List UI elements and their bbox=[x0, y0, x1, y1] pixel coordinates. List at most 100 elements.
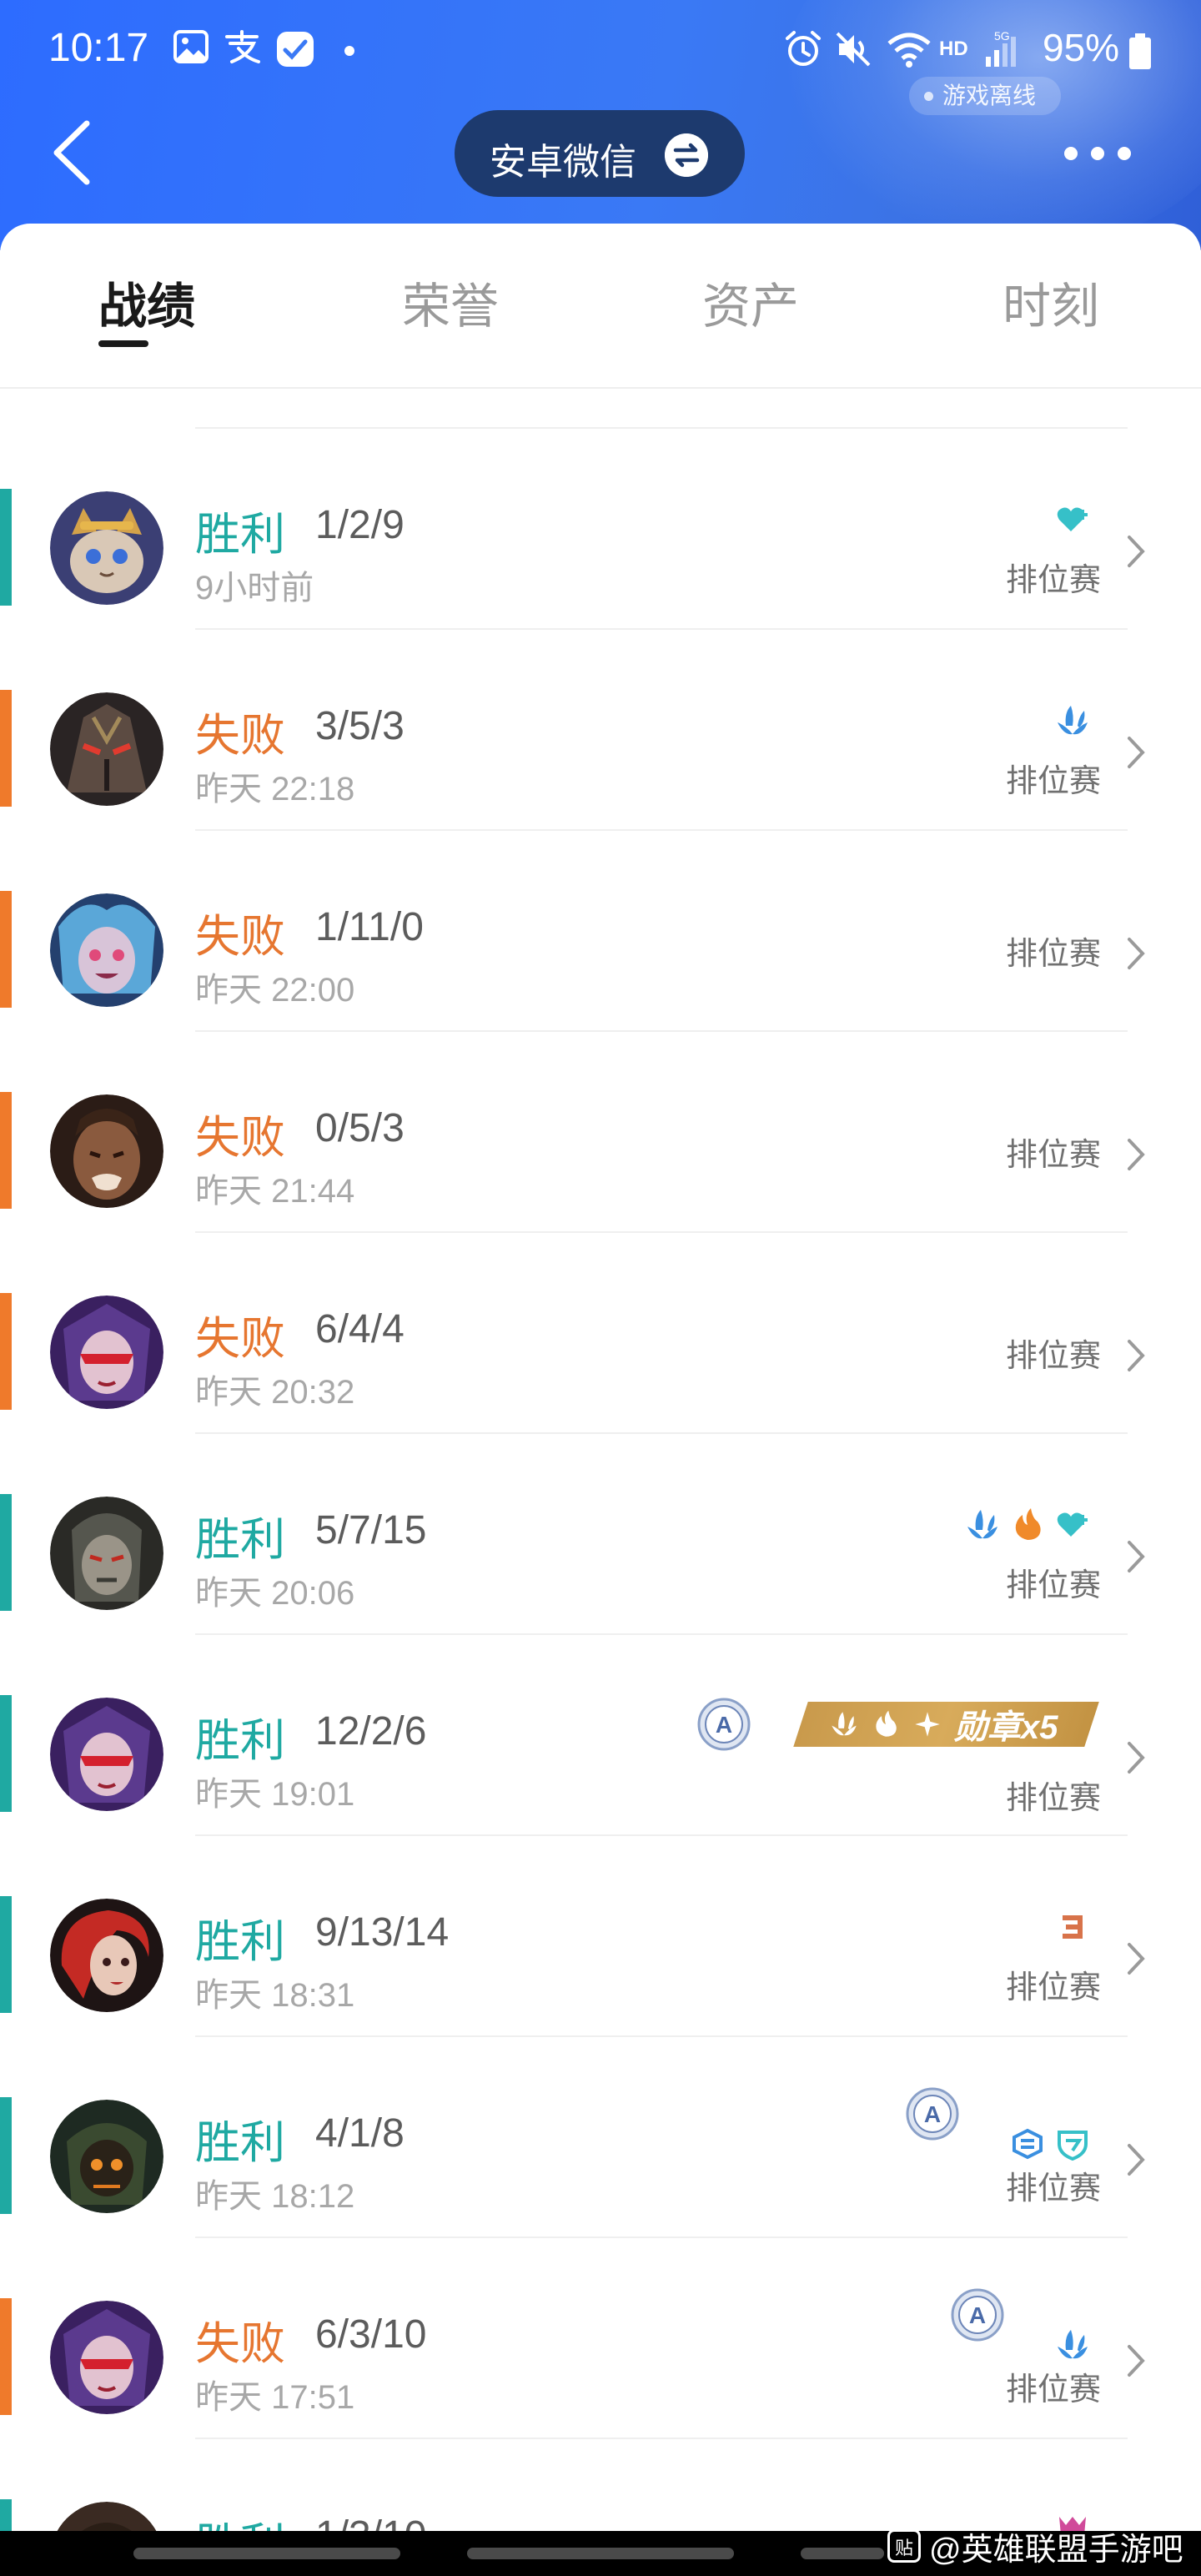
alarm-icon bbox=[786, 31, 821, 66]
match-row[interactable]: 胜利 1/2/9 9小时前 排位赛 bbox=[0, 429, 1201, 630]
chevron-right-icon bbox=[1128, 1340, 1145, 1371]
notification-dot-icon bbox=[344, 46, 354, 56]
back-button[interactable] bbox=[42, 115, 108, 190]
more-dot bbox=[1064, 147, 1078, 160]
champion-avatar bbox=[50, 1296, 163, 1409]
match-time: 昨天 18:12 bbox=[195, 2178, 355, 2215]
match-row[interactable]: 失败 1/11/0 昨天 22:00 排位赛 bbox=[0, 831, 1201, 1032]
match-mode: 排位赛 bbox=[1005, 1138, 1101, 1173]
match-time: 昨天 22:18 bbox=[195, 771, 355, 808]
match-time: 昨天 22:00 bbox=[195, 972, 355, 1009]
match-history-list: 胜利 1/2/9 9小时前 排位赛 失败 3/5/3 昨天 22:18 排位赛 … bbox=[0, 387, 1201, 2531]
champion-avatar bbox=[50, 893, 163, 1007]
match-row[interactable]: 胜利 5/7/15 昨天 20:06 排位赛 bbox=[0, 1434, 1201, 1635]
result-indicator bbox=[0, 1092, 12, 1209]
match-row[interactable]: 胜利 9/13/14 昨天 18:31 排位赛 bbox=[0, 1836, 1201, 2037]
match-kda: 3/5/3 bbox=[315, 704, 405, 748]
match-badges: A 勋章x5 bbox=[697, 1697, 1098, 1752]
match-kda: 4/1/8 bbox=[315, 2111, 405, 2156]
more-dot bbox=[1118, 147, 1131, 160]
match-result: 胜利 bbox=[195, 2118, 285, 2168]
tab-record[interactable]: 战绩 bbox=[98, 267, 195, 337]
match-result: 胜利 bbox=[195, 1716, 285, 1766]
tab-assets[interactable]: 资产 bbox=[702, 267, 799, 337]
match-badges: A bbox=[951, 2288, 1091, 2363]
watermark: 贴 @英雄联盟手游吧 bbox=[887, 2521, 1183, 2571]
match-kda: 1/11/0 bbox=[315, 905, 424, 949]
match-kda: 9/13/14 bbox=[315, 1910, 450, 1955]
match-result: 胜利 bbox=[195, 1515, 285, 1565]
more-options-button[interactable] bbox=[1059, 142, 1134, 167]
result-indicator bbox=[0, 489, 12, 606]
shield-icon bbox=[1058, 2131, 1088, 2161]
match-row[interactable]: 失败 3/5/3 昨天 22:18 排位赛 bbox=[0, 630, 1201, 831]
match-kda: 12/2/6 bbox=[315, 1709, 427, 1753]
match-badges bbox=[1054, 1906, 1091, 1948]
gesture-indicator bbox=[801, 2548, 884, 2559]
match-badges bbox=[964, 1504, 1091, 1546]
champion-avatar bbox=[50, 1698, 163, 1811]
result-indicator bbox=[0, 1695, 12, 1812]
match-mode: 排位赛 bbox=[1005, 937, 1101, 972]
match-time: 昨天 18:31 bbox=[195, 1977, 355, 2014]
battery-percentage: 95% bbox=[1043, 26, 1120, 69]
lotus-icon bbox=[1058, 706, 1088, 735]
champion-avatar bbox=[50, 2301, 163, 2414]
battery-icon bbox=[1129, 33, 1151, 69]
tab-moments[interactable]: 时刻 bbox=[1003, 267, 1099, 337]
swap-icon bbox=[665, 133, 708, 177]
hd-icon: HD bbox=[939, 38, 968, 60]
match-mode: 排位赛 bbox=[1005, 563, 1101, 598]
match-result: 失败 bbox=[195, 2319, 285, 2369]
champion-avatar bbox=[50, 1899, 163, 2012]
match-badges: A bbox=[906, 2087, 1091, 2162]
lotus-icon bbox=[1058, 2330, 1088, 2359]
match-kda: 6/4/4 bbox=[315, 1307, 405, 1351]
chevron-right-icon bbox=[1128, 938, 1145, 969]
tab-honor[interactable]: 荣誉 bbox=[402, 267, 499, 337]
result-indicator bbox=[0, 1896, 12, 2013]
gallery-icon bbox=[173, 30, 209, 63]
match-mode: 排位赛 bbox=[1005, 1339, 1101, 1374]
status-dot bbox=[924, 92, 933, 101]
flame-icon bbox=[1015, 1508, 1041, 1540]
match-badges bbox=[1054, 499, 1091, 541]
swap-badge-icon bbox=[1013, 2128, 1043, 2160]
match-row[interactable]: 胜利 4/1/8 昨天 18:12 A 排位赛 bbox=[0, 2037, 1201, 2238]
result-indicator bbox=[0, 891, 12, 1008]
grade-a-icon: A bbox=[906, 2087, 959, 2141]
tieba-logo-icon: 贴 bbox=[887, 2529, 921, 2563]
match-row[interactable]: 胜利 12/2/6 昨天 19:01 A 勋章x5 排位赛 bbox=[0, 1635, 1201, 1836]
account-name: 安卓微信 bbox=[490, 142, 636, 183]
match-kda: 5/7/15 bbox=[315, 1508, 427, 1552]
match-row[interactable]: 失败 6/3/10 昨天 17:51 A 排位赛 bbox=[0, 2238, 1201, 2439]
champion-avatar bbox=[57, 2502, 157, 2531]
match-row[interactable]: 失败 0/5/3 昨天 21:44 排位赛 bbox=[0, 1032, 1201, 1233]
result-indicator bbox=[0, 1494, 12, 1611]
match-mode: 排位赛 bbox=[1005, 1970, 1101, 2005]
game-status-text: 游戏离线 bbox=[942, 83, 1037, 108]
match-result: 失败 bbox=[195, 711, 285, 761]
watermark-text: @英雄联盟手游吧 bbox=[929, 2532, 1183, 2568]
match-kda: 6/3/10 bbox=[315, 2312, 427, 2357]
match-row[interactable]: 失败 6/4/4 昨天 20:32 排位赛 bbox=[0, 1233, 1201, 1434]
match-result: 胜利 bbox=[195, 510, 285, 560]
heart-plus-icon bbox=[1057, 507, 1088, 531]
status-time: 10:17 bbox=[48, 26, 149, 70]
account-switcher[interactable]: 安卓微信 bbox=[455, 110, 745, 197]
medal-count: 勋章x5 bbox=[953, 1709, 1058, 1746]
game-status-tag: 游戏离线 bbox=[909, 77, 1062, 115]
lotus-icon bbox=[967, 1510, 997, 1539]
active-tab-indicator bbox=[98, 340, 148, 347]
status-bar: 10:17 HD 5G 95% 游戏离线 bbox=[0, 0, 1201, 115]
match-result: 胜利 bbox=[195, 2508, 285, 2531]
chevron-right-icon bbox=[1128, 1742, 1145, 1774]
heart-plus-icon bbox=[1057, 1512, 1088, 1537]
grade-a-icon: A bbox=[951, 2288, 1004, 2342]
lotus-icon bbox=[831, 1712, 857, 1736]
chevron-right-icon bbox=[1128, 1943, 1145, 1975]
chevron-right-icon bbox=[1128, 1139, 1145, 1170]
match-time: 9小时前 bbox=[195, 570, 314, 606]
svg-text:A: A bbox=[715, 1712, 731, 1738]
match-row[interactable]: 胜利 1/3/10 bbox=[0, 2439, 1201, 2531]
